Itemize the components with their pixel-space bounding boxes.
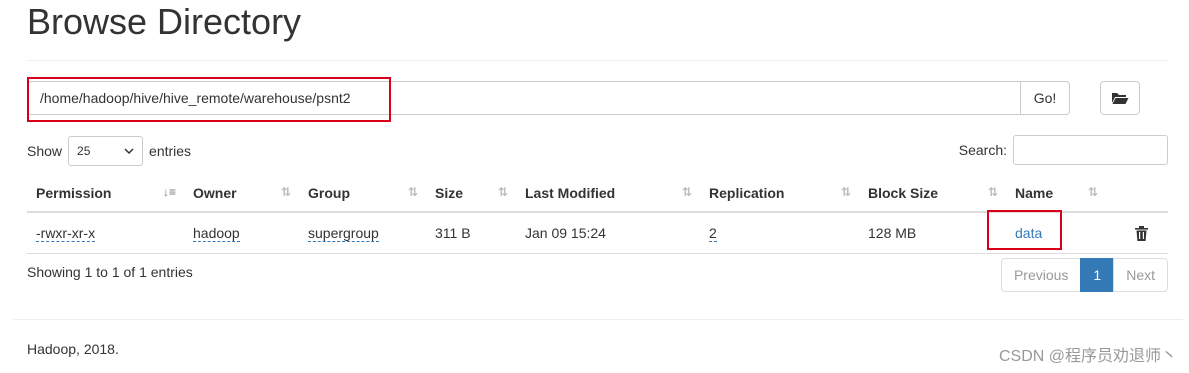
column-label: Last Modified [525, 184, 616, 201]
entries-select-value: 25 [77, 144, 91, 158]
search-label: Search: [958, 142, 1007, 158]
watermark: CSDN @程序员劝退师丶 [998, 348, 1177, 365]
column-header-permission[interactable]: Permission ↓≡ [27, 173, 184, 212]
cell-size: 311 B [435, 225, 471, 241]
title-divider [27, 60, 1168, 61]
entries-length-control: Show 25 entries [27, 136, 191, 166]
sort-icon: ⇅ [840, 185, 851, 199]
column-header-size[interactable]: Size ⇅ [426, 173, 516, 212]
cell-actions [1106, 213, 1168, 254]
sort-ascending-icon: ↓≡ [162, 185, 176, 199]
pagination: Previous 1 Next [1000, 258, 1168, 292]
page-button-current[interactable]: 1 [1080, 258, 1115, 292]
search-control: Search: [959, 135, 1168, 165]
table-info: Showing 1 to 1 of 1 entries [27, 264, 193, 280]
column-label: Replication [709, 184, 785, 201]
entries-select[interactable]: 25 [68, 136, 144, 166]
open-folder-button[interactable] [1100, 81, 1140, 115]
cell-last-modified: Jan 09 15:24 [525, 225, 606, 241]
column-header-last-modified[interactable]: Last Modified ⇅ [516, 173, 700, 212]
column-label: Size [435, 184, 464, 201]
footer-divider [13, 319, 1183, 320]
cell-name: data [1006, 213, 1106, 254]
entries-label: entries [149, 143, 192, 159]
column-label: Permission [36, 184, 112, 201]
column-header-group[interactable]: Group ⇅ [299, 173, 426, 212]
owner-value[interactable]: hadoop [193, 225, 240, 242]
cell-group: supergroup [299, 213, 426, 254]
column-header-name[interactable]: Name ⇅ [1006, 173, 1106, 212]
next-page-button[interactable]: Next [1113, 258, 1168, 292]
folder-open-icon [1112, 93, 1129, 104]
permission-value[interactable]: -rwxr-xr-x [36, 225, 96, 242]
trash-icon[interactable] [1135, 225, 1148, 241]
group-value[interactable]: supergroup [308, 225, 379, 242]
table-row: -rwxr-xr-x hadoop supergroup 311 B Jan 0… [27, 213, 1168, 254]
column-label: Name [1015, 184, 1054, 201]
column-header-replication[interactable]: Replication ⇅ [700, 173, 859, 212]
chevron-down-icon [124, 148, 134, 154]
file-name-link[interactable]: data [1015, 225, 1042, 241]
table-header: Permission ↓≡ Owner ⇅ Group ⇅ Size ⇅ Las… [27, 174, 1168, 213]
show-label: Show [27, 143, 63, 159]
sort-icon: ⇅ [1087, 185, 1098, 199]
search-input[interactable] [1013, 135, 1168, 165]
cell-permission: -rwxr-xr-x [27, 213, 184, 254]
file-table: Permission ↓≡ Owner ⇅ Group ⇅ Size ⇅ Las… [27, 174, 1168, 254]
column-header-block-size[interactable]: Block Size ⇅ [859, 173, 1006, 212]
page-title: Browse Directory [27, 1, 302, 42]
go-button[interactable]: Go! [1020, 81, 1070, 115]
column-label: Group [308, 184, 350, 201]
replication-value[interactable]: 2 [709, 225, 717, 242]
cell-owner: hadoop [184, 213, 299, 254]
path-input[interactable] [27, 81, 1020, 115]
previous-page-button[interactable]: Previous [1000, 258, 1082, 292]
column-label: Owner [193, 184, 237, 201]
sort-icon: ⇅ [407, 185, 418, 199]
cell-block-size: 128 MB [868, 225, 917, 241]
sort-icon: ⇅ [497, 185, 508, 199]
sort-icon: ⇅ [987, 185, 998, 199]
sort-icon: ⇅ [280, 185, 291, 199]
sort-icon: ⇅ [681, 185, 692, 199]
column-header-actions [1106, 173, 1168, 212]
cell-replication: 2 [700, 213, 859, 254]
column-label: Block Size [868, 184, 939, 201]
column-header-owner[interactable]: Owner ⇅ [184, 173, 299, 212]
footer-text: Hadoop, 2018. [27, 341, 119, 357]
path-bar: Go! [27, 81, 1070, 115]
